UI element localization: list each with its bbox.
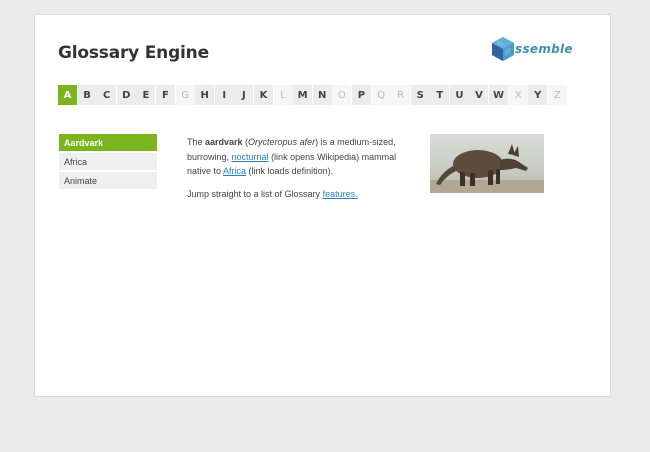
alphabet-nav: ABCDEFGHIJKLMNOPQRSTUVWXYZ [58, 85, 567, 105]
letter-i[interactable]: I [214, 85, 234, 105]
letter-v[interactable]: V [469, 85, 489, 105]
letter-n[interactable]: N [312, 85, 332, 105]
text-span: Jump straight to a list of Glossary [187, 188, 323, 199]
glossary-card: Glossary Engine ssemble ABCDEFGHIJKLMNOP… [34, 14, 611, 397]
letter-p[interactable]: P [351, 85, 371, 105]
term-list: Aardvark Africa Animate [59, 134, 157, 191]
logo: ssemble [490, 35, 573, 63]
letter-k[interactable]: K [253, 85, 273, 105]
letter-y[interactable]: Y [528, 85, 548, 105]
africa-link[interactable]: Africa [223, 166, 246, 176]
text-span: The [187, 137, 206, 147]
letter-b[interactable]: B [77, 85, 97, 105]
definition-paragraph: The aardvark (Orycteropus afer) is a med… [187, 135, 415, 179]
term-item-animate[interactable]: Animate [59, 172, 157, 189]
term-item-africa[interactable]: Africa [59, 153, 157, 170]
letter-h[interactable]: H [195, 85, 215, 105]
definition-text: The aardvark (Orycteropus afer) is a med… [187, 135, 415, 209]
letter-z: Z [547, 85, 567, 105]
text-span: (link loads definition). [246, 166, 334, 176]
letter-d[interactable]: D [116, 85, 136, 105]
letter-t[interactable]: T [430, 85, 450, 105]
letter-m[interactable]: M [293, 85, 313, 105]
logo-text: ssemble [515, 42, 573, 56]
letter-l: L [273, 85, 293, 105]
letter-j[interactable]: J [234, 85, 254, 105]
letter-g: G [175, 85, 195, 105]
term-item-aardvark[interactable]: Aardvark [59, 134, 157, 151]
features-link[interactable]: features. [323, 189, 358, 199]
term-name: aardvark [205, 137, 243, 147]
features-paragraph: Jump straight to a list of Glossary feat… [187, 187, 415, 202]
letter-e[interactable]: E [136, 85, 156, 105]
aardvark-photo [430, 134, 544, 193]
nocturnal-link[interactable]: nocturnal [232, 152, 269, 162]
letter-s[interactable]: S [410, 85, 430, 105]
hex-cube-icon [492, 37, 514, 61]
letter-r: R [391, 85, 411, 105]
letter-u[interactable]: U [449, 85, 469, 105]
letter-f[interactable]: F [155, 85, 175, 105]
letter-a[interactable]: A [58, 85, 77, 105]
letter-o: O [332, 85, 352, 105]
letter-q: Q [371, 85, 391, 105]
scientific-name: Orycteropus afer [248, 137, 316, 147]
letter-c[interactable]: C [97, 85, 117, 105]
letter-x: X [508, 85, 528, 105]
page-title: Glossary Engine [58, 43, 209, 63]
letter-w[interactable]: W [489, 85, 509, 105]
